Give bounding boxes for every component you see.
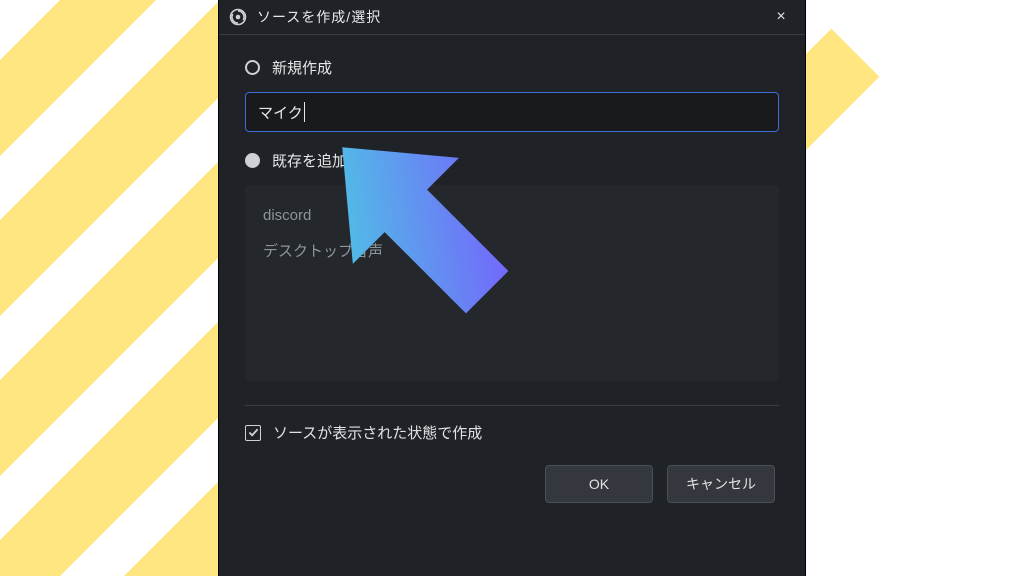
existing-sources-list[interactable]: discord デスクトップ音声 [245,185,779,381]
add-existing-radio[interactable]: 既存を追加 [245,150,779,171]
close-button[interactable]: × [767,8,795,26]
separator [245,405,779,406]
source-name-input[interactable]: マイク [245,92,779,132]
text-cursor [304,102,305,122]
radio-icon [245,60,260,75]
create-source-dialog: ソースを作成/選択 × 新規作成 マイク 既存を追加 discord デスクトッ… [219,0,805,576]
ok-button[interactable]: OK [545,465,653,503]
checkbox-icon [245,425,261,441]
obs-icon [229,8,247,26]
create-new-radio[interactable]: 新規作成 [245,57,779,78]
add-existing-label: 既存を追加 [272,150,347,171]
make-visible-checkbox[interactable]: ソースが表示された状態で作成 [245,422,779,443]
create-new-label: 新規作成 [272,57,332,78]
list-item[interactable]: デスクトップ音声 [263,232,761,269]
radio-icon [245,153,260,168]
titlebar: ソースを作成/選択 × [219,0,805,35]
button-row: OK キャンセル [245,465,779,503]
cancel-button[interactable]: キャンセル [667,465,775,503]
source-name-value: マイク [258,102,303,123]
dialog-body: 新規作成 マイク 既存を追加 discord デスクトップ音声 [219,35,805,381]
dialog-footer: ソースが表示された状態で作成 OK キャンセル [219,422,805,503]
dialog-title: ソースを作成/選択 [257,7,767,27]
list-item[interactable]: discord [263,199,761,232]
make-visible-label: ソースが表示された状態で作成 [273,422,482,443]
